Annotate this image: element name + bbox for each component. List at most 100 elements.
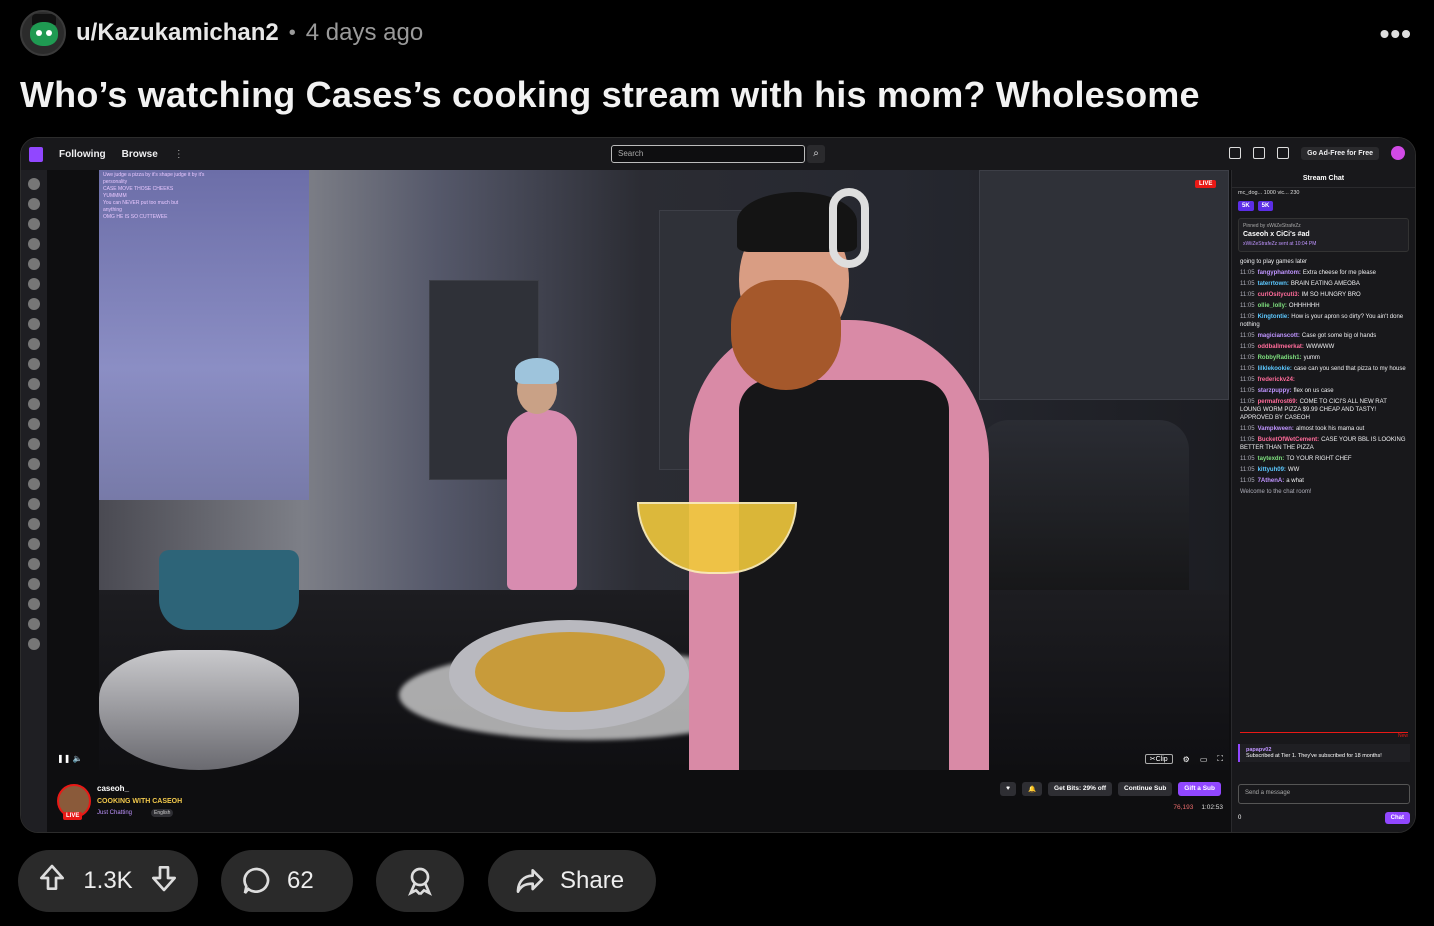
stream-uptime: 1:02:53 — [1201, 804, 1223, 811]
headphones — [829, 188, 869, 268]
chat-message: 11:05 7AthenA: a what — [1240, 477, 1407, 485]
hype-row: 5K 5K — [1232, 198, 1415, 214]
chat-username: 7AthenA: — [1257, 478, 1285, 484]
mom-figure — [507, 410, 577, 590]
channel-points: 0 — [1238, 815, 1242, 821]
chat-timestamp: 11:05 — [1240, 388, 1255, 394]
chat-header: Stream Chat — [1232, 170, 1415, 188]
channel-avatar-icon — [28, 218, 40, 230]
new-messages-separator: New — [1240, 732, 1408, 739]
chat-message: 11:05 curlOsitycuti3: IM SO HUNGRY BRO — [1240, 291, 1407, 299]
stream-actions: ♥ 🔔 Get Bits: 29% off Continue Sub Gift … — [1000, 782, 1221, 796]
channel-avatar-icon — [28, 518, 40, 530]
channel-avatar-icon — [28, 178, 40, 190]
sub-text: Subscribed at Tier 1. They've subscribed… — [1246, 753, 1382, 759]
chat-messages: going to play games later 11:05 fangyphant… — [1232, 256, 1415, 501]
more-options-button[interactable]: ••• — [1380, 18, 1412, 50]
chat-text: a what — [1286, 478, 1304, 484]
channel-avatar-icon — [28, 598, 40, 610]
video-controls: ❚❚ 🔈 Clip ⚙ ▭ ⛶ — [51, 752, 1231, 768]
notifications-icon — [1229, 147, 1242, 159]
chat-message: Welcome to the chat room! — [1240, 488, 1407, 496]
avatar-eye — [36, 30, 42, 36]
chat-message: 11:05 magicianscott: Case got some big ol … — [1240, 332, 1407, 340]
post-media[interactable]: Following Browse ⋮ Search ⌕ Go Ad-Free f… — [20, 137, 1416, 833]
channel-avatar-icon — [28, 198, 40, 210]
streamer-name: caseoh_ — [97, 784, 130, 793]
get-bits-button: Get Bits: 29% off — [1048, 782, 1113, 796]
chat-timestamp: 11:05 — [1240, 437, 1255, 443]
chat-text: flex on us case — [1293, 388, 1334, 394]
chat-timestamp: 11:05 — [1240, 426, 1255, 432]
downvote-arrow-icon — [152, 865, 176, 891]
chat-timestamp: 11:05 — [1240, 355, 1255, 361]
vote-bar: 1.3K — [18, 850, 198, 912]
stream-title: COOKING WITH CASEOH — [97, 798, 183, 805]
channel-avatar-icon — [28, 378, 40, 390]
chat-username: Vampkween: — [1257, 426, 1294, 432]
chat-message: 11:05 Kingtontie: How is your apron so dir… — [1240, 313, 1407, 329]
chat-message: 11:05 taytexdn: TO YOUR RIGHT CHEF — [1240, 455, 1407, 463]
channel-avatar-icon — [28, 238, 40, 250]
comments-button[interactable]: 62 — [221, 850, 353, 912]
chat-timestamp: 11:05 — [1240, 314, 1255, 320]
comment-count: 62 — [287, 867, 314, 894]
chat-leaderboard: mc_dog... 1000 vic... 230 — [1238, 190, 1300, 196]
overlay-line: anything — [103, 207, 122, 213]
kitchen-cabinet — [979, 170, 1229, 400]
stream-tag: English — [151, 809, 174, 817]
chat-message: going to play games later — [1240, 258, 1407, 266]
ad-free-button: Go Ad-Free for Free — [1301, 146, 1379, 160]
chat-text: TO YOUR RIGHT CHEF — [1286, 456, 1352, 462]
pinned-message: Pinned by xWiiZeStrafeZz Caseoh x CiCi's… — [1238, 218, 1409, 252]
chat-text: WWWWW — [1305, 344, 1335, 350]
viewer-count: 76,193 — [1173, 804, 1194, 811]
chat-text: BRAIN EATING AMEOBA — [1290, 281, 1360, 287]
chat-message: 11:05 lilklekookie: case can you send that… — [1240, 365, 1407, 373]
award-button[interactable] — [376, 850, 464, 912]
stream-category: Just Chatting — [97, 810, 133, 816]
user-avatar[interactable] — [20, 10, 66, 56]
chat-username: fangyphantom: — [1257, 270, 1301, 276]
award-ribbon-icon — [408, 867, 432, 896]
twitch-nav-right: Go Ad-Free for Free — [1229, 146, 1405, 160]
gift-sub-button: Gift a Sub — [1178, 782, 1221, 796]
downvote-button[interactable] — [148, 862, 180, 901]
cooking-pot — [159, 550, 299, 630]
post-header: u/Kazukamichan2 • 4 days ago ••• — [20, 10, 1414, 56]
chat-timestamp: 11:05 — [1240, 456, 1255, 462]
chat-username: Kingtontie: — [1257, 314, 1290, 320]
sub-alert: papapv02 Subscribed at Tier 1. They've s… — [1238, 744, 1410, 762]
share-button[interactable]: Share — [488, 850, 656, 912]
settings-icon: ⚙ — [1182, 754, 1190, 764]
upvote-arrow-icon — [40, 864, 64, 890]
chat-text: WW — [1287, 467, 1300, 473]
channel-avatar-icon — [28, 358, 40, 370]
nav-kebab-icon: ⋮ — [173, 148, 184, 160]
chat-username: frederickv24: — [1257, 377, 1295, 383]
chat-timestamp: 11:05 — [1240, 344, 1255, 350]
chat-message: 11:05 BucketOfWetCement: CASE YOUR BBL IS … — [1240, 436, 1407, 452]
channel-avatar-icon — [28, 278, 40, 290]
chat-timestamp: 11:05 — [1240, 270, 1255, 276]
clip-button: Clip — [1144, 754, 1173, 764]
avatar-eye — [46, 30, 52, 36]
chat-timestamp: 11:05 — [1240, 399, 1255, 405]
post-username[interactable]: u/Kazukamichan2 — [76, 19, 279, 47]
live-badge: LIVE — [63, 812, 83, 820]
upvote-button[interactable] — [36, 862, 68, 901]
overlay-line: personality — [103, 179, 128, 185]
channel-avatar-icon — [28, 638, 40, 650]
pinned-by: Pinned by xWiiZeStrafeZz — [1243, 223, 1301, 229]
chat-username: BucketOfWetCement: — [1257, 437, 1320, 443]
viewer-stats: 76,193 1:02:53 — [1173, 804, 1223, 811]
continue-sub-button: Continue Sub — [1118, 782, 1173, 796]
twitch-sidebar — [21, 170, 47, 832]
share-label: Share — [560, 867, 625, 894]
mom-beanie — [515, 358, 559, 384]
chat-username: curlOsitycuti3: — [1257, 292, 1300, 298]
channel-avatar-icon — [28, 538, 40, 550]
post-title[interactable]: Who’s watching Cases’s cooking stream wi… — [20, 74, 1200, 116]
chat-message: 11:05 oddballmeerkat: WWWWW — [1240, 343, 1407, 351]
video-controls-right: Clip ⚙ ▭ ⛶ — [1144, 754, 1223, 764]
